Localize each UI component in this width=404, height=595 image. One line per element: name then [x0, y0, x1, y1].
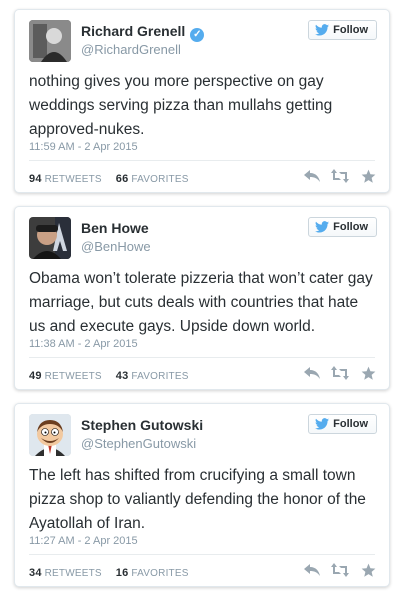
tweet-timestamp[interactable]: 11:27 AM - 2 Apr 2015 [29, 535, 138, 547]
tweet-stats: 34 RETWEETS 16 FAVORITES [29, 567, 189, 579]
verified-badge-icon: ✓ [190, 28, 205, 42]
divider [29, 357, 375, 358]
tweet-stats: 49 RETWEETS 43 FAVORITES [29, 370, 189, 382]
tweet-card: Stephen Gutowski @StephenGutowski Follow… [14, 403, 390, 587]
retweet-count[interactable]: 34 [29, 567, 42, 579]
favorite-count[interactable]: 43 [116, 370, 129, 382]
star-icon[interactable] [359, 167, 377, 185]
twitter-bird-icon [315, 24, 330, 36]
user-name[interactable]: Stephen Gutowski [81, 417, 203, 433]
tweet-text: Obama won’t tolerate pizzeria that won’t… [29, 270, 373, 335]
star-icon[interactable] [359, 364, 377, 382]
user-handle[interactable]: @BenHowe [81, 239, 151, 254]
tweet-stats: 94 RETWEETS 66 FAVORITES [29, 173, 189, 185]
follow-button[interactable]: Follow [308, 217, 377, 237]
star-icon[interactable] [359, 561, 377, 579]
retweet-icon[interactable] [331, 364, 349, 382]
retweet-icon[interactable] [331, 167, 349, 185]
tweet-timestamp[interactable]: 11:59 AM - 2 Apr 2015 [29, 141, 138, 153]
user-name[interactable]: Ben Howe [81, 220, 149, 236]
tweet-feed: Richard Grenell ✓ @RichardGrenell Follow … [0, 0, 404, 595]
tweet-text: nothing gives you more perspective on ga… [29, 73, 333, 138]
retweet-icon[interactable] [331, 561, 349, 579]
tweet-text: The left has shifted from crucifying a s… [29, 467, 366, 532]
avatar[interactable] [29, 20, 71, 62]
tweet-actions [303, 167, 377, 185]
user-handle[interactable]: @StephenGutowski [81, 436, 196, 451]
tweet-timestamp[interactable]: 11:38 AM - 2 Apr 2015 [29, 338, 138, 350]
follow-button[interactable]: Follow [308, 20, 377, 40]
tweet-card: Richard Grenell ✓ @RichardGrenell Follow … [14, 9, 390, 193]
divider [29, 554, 375, 555]
reply-icon[interactable] [303, 364, 321, 382]
avatar[interactable] [29, 414, 71, 456]
twitter-bird-icon [315, 221, 330, 233]
retweet-count[interactable]: 94 [29, 173, 42, 185]
tweet-card: Ben Howe @BenHowe Follow Obama won’t tol… [14, 206, 390, 390]
tweet-actions [303, 561, 377, 579]
twitter-bird-icon [315, 418, 330, 430]
retweet-count[interactable]: 49 [29, 370, 42, 382]
avatar[interactable] [29, 217, 71, 259]
reply-icon[interactable] [303, 561, 321, 579]
user-name[interactable]: Richard Grenell ✓ [81, 23, 205, 42]
favorite-count[interactable]: 16 [116, 567, 129, 579]
follow-button[interactable]: Follow [308, 414, 377, 434]
reply-icon[interactable] [303, 167, 321, 185]
divider [29, 160, 375, 161]
favorite-count[interactable]: 66 [116, 173, 129, 185]
tweet-actions [303, 364, 377, 382]
user-handle[interactable]: @RichardGrenell [81, 42, 181, 57]
